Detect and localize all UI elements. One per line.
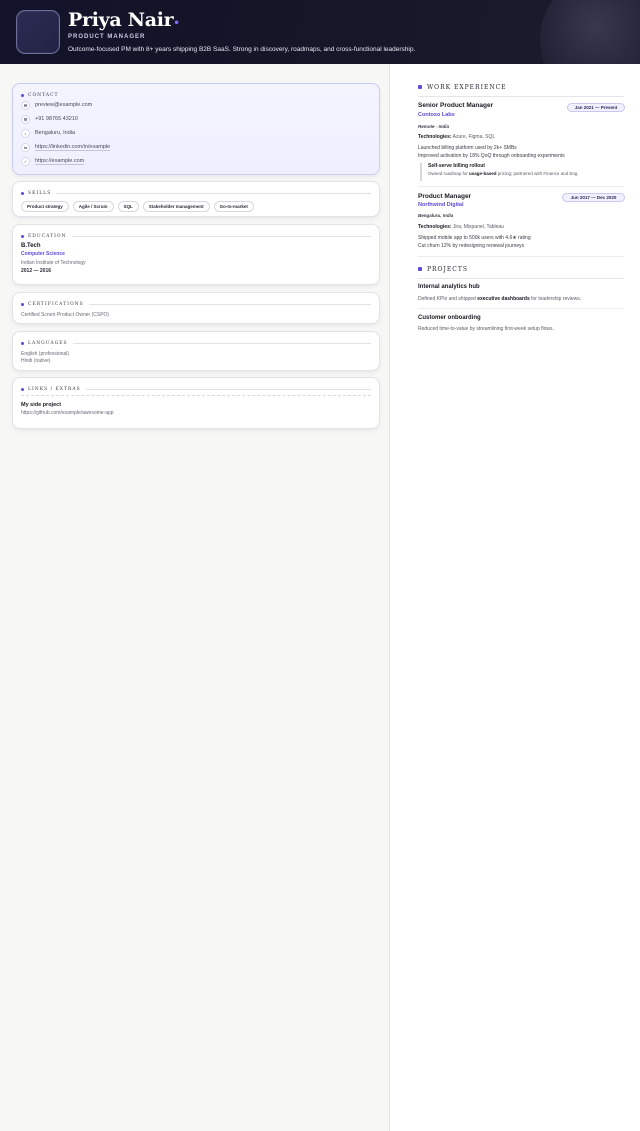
location-icon: • — [21, 128, 30, 138]
links-divider — [21, 395, 371, 396]
job-location: Bengaluru, India — [418, 213, 454, 218]
side-project-link[interactable]: https://github.com/example/awesome-app — [21, 410, 371, 416]
education-years: 2012 — 2016 — [21, 268, 52, 274]
job-company: Contoso Labs — [418, 112, 455, 118]
section-rule — [71, 235, 371, 237]
section-rule — [88, 303, 371, 305]
language-item: Hindi (native) — [21, 358, 51, 364]
section-title: WORK EXPERIENCE — [427, 83, 507, 91]
section-rule — [418, 278, 624, 279]
project-title: Customer onboarding — [418, 315, 481, 321]
project-title: Internal analytics hub — [418, 284, 480, 290]
job-dates-badge: Jan 2021 — Present — [567, 103, 625, 112]
education-heading: EDUCATION — [21, 232, 371, 240]
linkedin-icon: in — [21, 142, 30, 152]
job-dates-badge: Jun 2017 — Dec 2020 — [562, 193, 625, 202]
candidate-role: PRODUCT MANAGER — [68, 34, 146, 40]
contact-email-row[interactable]: ✉ preview@example.com — [21, 98, 371, 112]
certification-item: Certified Scrum Product Owner (CSPO) — [21, 312, 110, 318]
link-icon: ⁄ — [21, 156, 30, 166]
section-rule — [56, 192, 371, 194]
candidate-name: Priya Nair• — [68, 9, 180, 31]
avatar — [16, 10, 60, 54]
phone-icon: ☰ — [21, 114, 30, 124]
section-rule — [418, 96, 624, 97]
section-bullet-icon — [21, 387, 24, 391]
contact-location: Bengaluru, India — [35, 130, 76, 136]
section-title: PROJECTS — [427, 265, 468, 273]
job-location: Remote · India — [418, 124, 450, 129]
contact-location-row: • Bengaluru, India — [21, 126, 371, 140]
candidate-summary: Outcome-focused PM with 8+ years shippin… — [68, 46, 416, 53]
section-rule — [85, 388, 371, 390]
job-title: Senior Product Manager — [418, 102, 494, 109]
section-bullet-icon — [21, 93, 24, 97]
education-field: Computer Science — [21, 251, 65, 257]
section-rule — [72, 342, 371, 344]
job-bullet: Improved activation by 18% QoQ through o… — [418, 153, 565, 159]
experience-heading: WORK EXPERIENCE — [418, 83, 624, 91]
section-bullet-icon — [21, 191, 24, 195]
languages-card: LANGUAGES English (professional) Hindi (… — [12, 331, 380, 371]
language-item: English (professional) — [21, 351, 70, 357]
skills-chips: Product strategy Agile / Scrum SQL Stake… — [21, 201, 371, 212]
contact-website-row[interactable]: ⁄ https://example.com — [21, 154, 371, 168]
project-description: Reduced time-to-value by streamlining fi… — [418, 326, 554, 332]
job-bullet: Launched billing platform used by 2k+ SM… — [418, 145, 517, 151]
skill-chip: Agile / Scrum — [72, 201, 114, 212]
header-glow-decoration — [540, 0, 640, 64]
skill-chip: SQL — [117, 201, 139, 212]
job-separator — [418, 256, 624, 257]
section-title: LINKS / EXTRAS — [28, 386, 81, 392]
projects-heading: PROJECTS — [418, 265, 624, 273]
section-square-icon — [418, 267, 422, 271]
contact-phone-row[interactable]: ☰ +91 98765 43210 — [21, 112, 371, 126]
job-bullet: Cut churn 12% by redesigning renewal jou… — [418, 243, 525, 249]
section-bullet-icon — [21, 234, 24, 238]
contact-phone[interactable]: +91 98765 43210 — [35, 116, 78, 122]
job-technologies: Technologies: Jira, Mixpanel, Tableau — [418, 224, 504, 230]
subproject-title: Self-serve billing rollout — [428, 163, 485, 169]
project-separator — [418, 308, 624, 309]
section-square-icon — [418, 85, 422, 89]
section-title: EDUCATION — [28, 233, 67, 239]
section-bullet-icon — [21, 302, 24, 306]
job-separator — [418, 186, 624, 187]
section-bullet-icon — [21, 341, 24, 345]
section-title: CONTACT — [28, 92, 59, 98]
job-subproject: Self-serve billing rollout Owned roadmap… — [420, 163, 624, 181]
section-title: LANGUAGES — [28, 340, 68, 346]
links-card: LINKS / EXTRAS My side project https://g… — [12, 377, 380, 429]
section-title: SKILLS — [28, 190, 52, 196]
name-dot: • — [173, 18, 180, 29]
job-company: Northwind Digital — [418, 202, 464, 208]
contact-email[interactable]: preview@example.com — [35, 102, 92, 108]
skill-chip: Product strategy — [21, 201, 69, 212]
contact-linkedin-row[interactable]: in https://linkedin.com/in/example — [21, 140, 371, 154]
section-title: CERTIFICATIONS — [28, 301, 84, 307]
project-description: Defined KPIs and shipped executive dashb… — [418, 296, 582, 302]
contact-linkedin-link[interactable]: https://linkedin.com/in/example — [35, 144, 111, 151]
job-technologies: Technologies: Azure, Figma, SQL — [418, 134, 496, 140]
education-degree: B.Tech — [21, 243, 41, 249]
contact-card: CONTACT ✉ preview@example.com ☰ +91 9876… — [12, 83, 380, 175]
subproject-description: Owned roadmap for usage-based pricing; p… — [428, 171, 579, 176]
education-school: Indian Institute of Technology — [21, 260, 86, 266]
certifications-card: CERTIFICATIONS Certified Scrum Product O… — [12, 292, 380, 324]
links-heading: LINKS / EXTRAS — [21, 385, 371, 393]
skill-chip: Go-to-market — [213, 201, 254, 212]
job-bullet: Shipped mobile app to 500k users with 4.… — [418, 235, 531, 241]
side-project-title: My side project — [21, 402, 62, 408]
skill-chip: Stakeholder management — [142, 201, 210, 212]
job-title: Product Manager — [418, 193, 472, 200]
email-icon: ✉ — [21, 100, 30, 110]
resume-header: Priya Nair• PRODUCT MANAGER Outcome-focu… — [0, 0, 640, 64]
skills-card: SKILLS Product strategy Agile / Scrum SQ… — [12, 181, 380, 217]
skills-heading: SKILLS — [21, 189, 371, 197]
contact-website-link[interactable]: https://example.com — [35, 158, 85, 165]
education-card: EDUCATION B.Tech Computer Science Indian… — [12, 224, 380, 285]
certifications-heading: CERTIFICATIONS — [21, 300, 371, 308]
languages-heading: LANGUAGES — [21, 339, 371, 347]
